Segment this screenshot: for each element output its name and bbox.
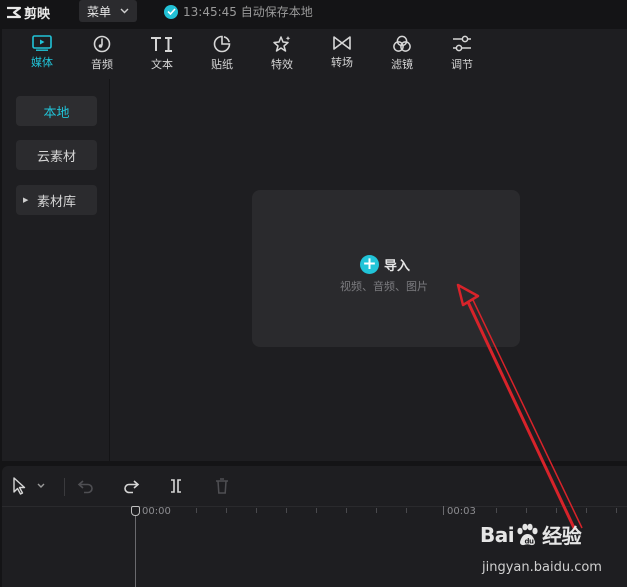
select-icon: [13, 477, 26, 495]
chevron-down-icon: [120, 8, 129, 14]
ruler-tick: [346, 508, 347, 513]
time-label: 00:03: [447, 506, 476, 517]
app-logo: 剪映: [6, 3, 51, 22]
autosave-status: 13:45:45 自动保存本地: [164, 3, 313, 20]
split-icon: [171, 479, 181, 493]
effects-icon: [273, 36, 291, 52]
chevron-down-icon: [37, 483, 45, 488]
import-button[interactable]: + 导入: [360, 254, 410, 274]
watermark-logo: Bai du 经验: [480, 520, 582, 549]
tab-sticker[interactable]: 贴纸: [198, 29, 246, 79]
tab-adjust[interactable]: 调节: [438, 29, 486, 79]
tab-audio[interactable]: 音频: [78, 29, 126, 79]
plus-icon: +: [360, 254, 379, 274]
tab-transition[interactable]: 转场: [318, 29, 366, 79]
ruler-tick: [226, 508, 227, 513]
sidebar-item-cloud[interactable]: 云素材: [16, 140, 97, 170]
import-hint: 视频、音频、图片: [340, 280, 428, 293]
tab-filter-label: 滤镜: [391, 58, 413, 71]
tab-media-label: 媒体: [31, 56, 53, 69]
svg-text:du: du: [525, 537, 535, 545]
watermark-logo-text: Bai: [480, 522, 515, 547]
ruler-tick: [286, 508, 287, 513]
ruler-tick: [556, 508, 557, 513]
autosave-text: 13:45:45 自动保存本地: [183, 5, 313, 19]
tab-effects[interactable]: 特效: [258, 29, 306, 79]
filter-icon: [393, 35, 411, 52]
media-icon: [32, 35, 52, 51]
tab-filter[interactable]: 滤镜: [378, 29, 426, 79]
ruler-tick: [586, 508, 587, 513]
sidebar-item-label: 素材库: [36, 194, 76, 210]
audio-icon: [93, 35, 111, 53]
tab-audio-label: 音频: [91, 58, 113, 71]
redo-icon: [124, 480, 140, 494]
ruler-tick: [526, 508, 527, 513]
adjust-icon: [453, 35, 471, 52]
redo-button[interactable]: [122, 476, 140, 496]
playhead-handle[interactable]: [131, 506, 140, 516]
media-sidebar: 本地 云素材 ▶ 素材库: [2, 79, 110, 461]
ruler-tick: [443, 506, 444, 515]
watermark-url: jingyan.baidu.com: [482, 560, 602, 575]
sticker-icon: [213, 35, 231, 53]
tab-text-label: 文本: [151, 58, 173, 71]
ruler-tick: [316, 508, 317, 513]
asset-toolbar: 媒体 音频 文本 贴纸 特效 转场 滤镜 调节: [2, 29, 627, 80]
select-tool-button[interactable]: [12, 476, 48, 496]
tab-adjust-label: 调节: [451, 58, 473, 71]
capcut-logo-icon: [7, 6, 21, 18]
tab-transition-label: 转场: [331, 56, 353, 69]
tab-text[interactable]: 文本: [138, 29, 186, 79]
ruler-tick: [256, 508, 257, 513]
tab-sticker-label: 贴纸: [211, 58, 233, 71]
undo-button[interactable]: [77, 476, 95, 496]
ruler-tick: [196, 508, 197, 513]
timeline-toolbar: [2, 466, 627, 507]
tab-media[interactable]: 媒体: [18, 29, 66, 79]
check-icon: [164, 4, 178, 19]
import-label: 导入: [384, 258, 411, 274]
undo-icon: [77, 480, 93, 494]
sidebar-item-label: 本地: [43, 105, 70, 121]
sidebar-item-local[interactable]: 本地: [16, 96, 97, 126]
caret-right-icon: ▶: [23, 196, 29, 204]
menu-button-label: 菜单: [87, 4, 112, 19]
tab-effects-label: 特效: [271, 58, 293, 71]
text-icon: [151, 37, 172, 52]
playhead-line: [135, 514, 136, 587]
delete-icon: [216, 478, 228, 494]
transition-icon: [333, 36, 351, 50]
delete-button[interactable]: [214, 476, 230, 496]
timeline-ruler: [2, 506, 627, 520]
ruler-tick: [496, 508, 497, 513]
sidebar-item-library[interactable]: ▶ 素材库: [16, 185, 97, 215]
watermark-logo-text: 经验: [542, 524, 582, 548]
toolbar-divider: [64, 478, 65, 496]
app-name: 剪映: [24, 6, 51, 22]
sidebar-item-label: 云素材: [36, 149, 76, 165]
ruler-tick: [406, 508, 407, 513]
ruler-tick: [616, 508, 617, 513]
baidu-jingyan-watermark: Bai du 经验 jingyan.baidu.com: [480, 520, 627, 587]
split-button[interactable]: [168, 476, 184, 496]
ruler-tick: [376, 508, 377, 513]
paw-icon: du: [517, 523, 538, 545]
menu-button[interactable]: 菜单: [79, 0, 137, 22]
time-label: 00:00: [142, 506, 171, 517]
